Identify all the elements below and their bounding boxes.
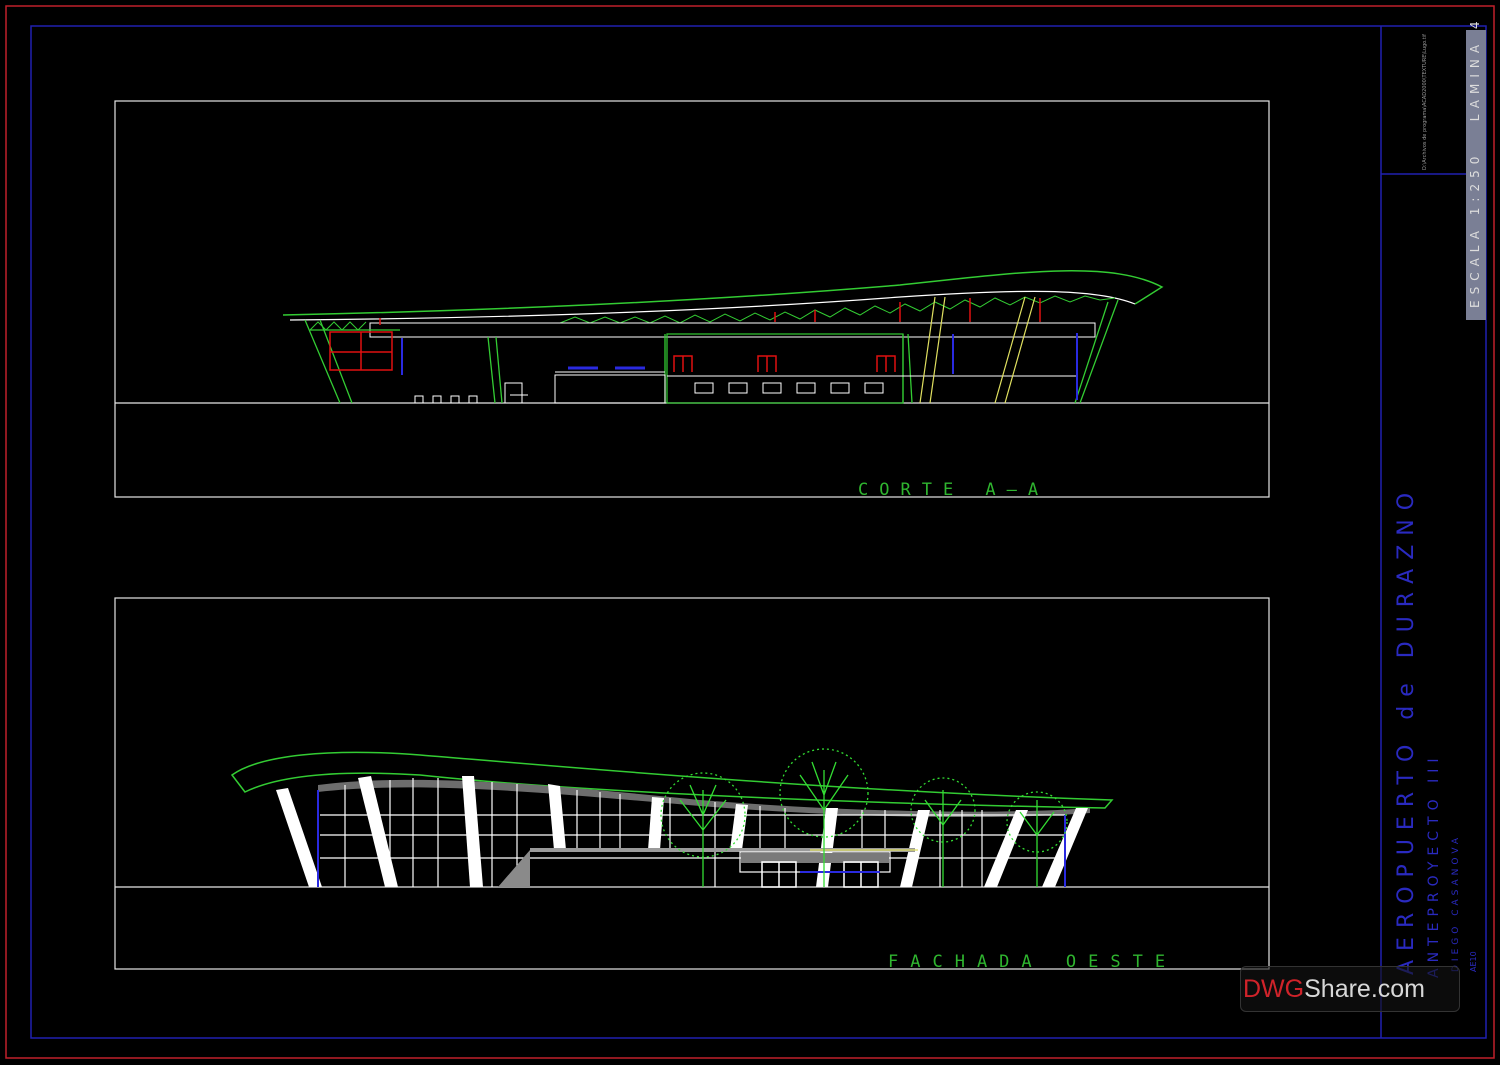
watermark-text[interactable]: DWGShare.com (1243, 975, 1425, 1004)
elevation-label: FACHADA OESTE (888, 952, 1178, 972)
section-label: CORTE A—A (858, 480, 1050, 500)
file-path: D:\Archivos de programa\ACAD2000\TEXTURE… (1422, 34, 1428, 170)
elevation-view (114, 597, 1270, 970)
outer-border (5, 5, 1495, 1059)
section-right-supports (1074, 299, 1119, 404)
section-low-box (554, 374, 666, 404)
section-yellow-columns (919, 296, 1036, 404)
section-slab (369, 322, 1096, 338)
scale-text: ESCALA 1:250 LAMINA 4 (1468, 15, 1482, 308)
project-title: AEROPUERTO de DURAZNO (1394, 483, 1419, 975)
watermark-brand-b: Share.com (1304, 975, 1425, 1003)
project-subtitle: ANTEPROYECTO III (1426, 752, 1442, 978)
elevation-diagonal-columns (276, 776, 1088, 887)
scale-label: ESCALA 1:250 (1468, 150, 1482, 308)
section-view (114, 100, 1270, 498)
project-author: DIEGO CASANOVA (1451, 833, 1461, 972)
section-furniture (414, 382, 528, 403)
sheet-label: LAMINA 4 (1468, 15, 1482, 122)
watermark-brand-a: DWG (1243, 975, 1305, 1003)
section-window-row (694, 382, 884, 394)
section-red-doors (673, 355, 896, 372)
inner-border (30, 25, 1487, 1039)
tree-2-trunk (799, 761, 849, 887)
project-code: AE10 (1469, 951, 1478, 972)
drawing-sheet (5, 5, 1495, 1059)
section-roof-bottom (289, 290, 1136, 321)
elevation-trees (660, 748, 1068, 887)
section-red-ties (379, 298, 1041, 325)
elevation-frame (114, 597, 1270, 970)
section-truss-left (309, 321, 367, 331)
elevation-ramp (498, 850, 530, 887)
